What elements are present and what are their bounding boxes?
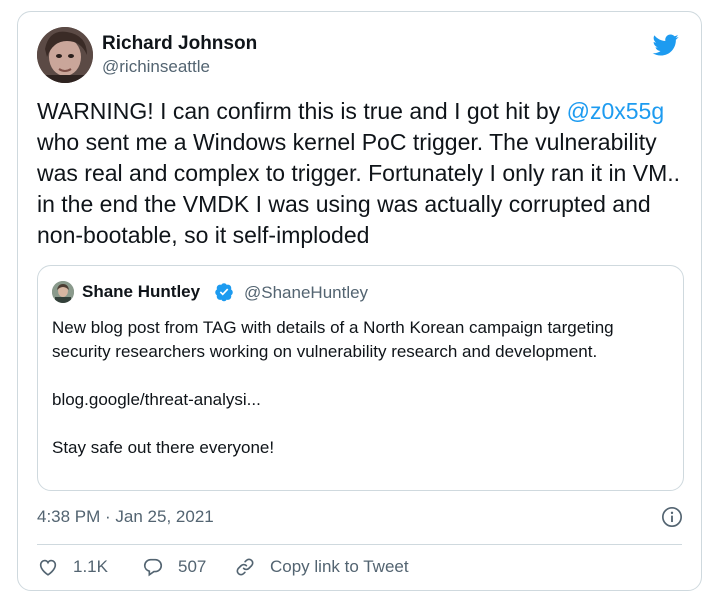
quoted-author-handle: @ShaneHuntley: [244, 283, 369, 302]
like-count: 1.1K: [73, 557, 108, 576]
embedded-tweet-card[interactable]: Richard Johnson @richinseattle WARNING! …: [17, 11, 702, 591]
mention-link[interactable]: @z0x55g: [567, 98, 665, 124]
reply-count: 507: [178, 557, 207, 576]
twitter-bird-icon[interactable]: [651, 32, 681, 58]
reply-icon: [143, 558, 163, 577]
quoted-author-name: Shane Huntley: [82, 282, 201, 301]
copy-link-button[interactable]: Copy link to Tweet: [234, 555, 409, 579]
verified-badge-icon: [215, 283, 233, 302]
reply-button[interactable]: 507: [142, 555, 206, 579]
quoted-tweet[interactable]: Shane Huntley @ShaneHuntley New blog pos…: [37, 265, 684, 491]
quoted-tweet-body: New blog post from TAG with details of a…: [52, 316, 662, 460]
quoted-link: blog.google/threat-analysi...: [52, 390, 261, 409]
tweet-text-part: who sent me a Windows kernel PoC trigger…: [37, 129, 681, 248]
copy-link-label: Copy link to Tweet: [270, 557, 409, 576]
tweet-text-part: WARNING! I can confirm this is true and …: [37, 98, 567, 124]
tweet-text: WARNING! I can confirm this is true and …: [37, 96, 685, 251]
author-avatar[interactable]: [37, 27, 93, 83]
author-handle[interactable]: @richinseattle: [102, 57, 210, 77]
author-name[interactable]: Richard Johnson: [102, 33, 257, 55]
quoted-paragraph: Stay safe out there everyone!: [52, 438, 275, 457]
tweet-timestamp[interactable]: 4:38 PM · Jan 25, 2021: [37, 507, 214, 527]
heart-icon: [39, 559, 57, 576]
link-icon: [236, 558, 254, 576]
divider: [37, 544, 682, 545]
quoted-author-avatar: [52, 281, 74, 303]
quoted-paragraph: New blog post from TAG with details of a…: [52, 318, 614, 361]
like-button[interactable]: 1.1K: [37, 555, 108, 579]
info-icon[interactable]: [661, 506, 683, 528]
